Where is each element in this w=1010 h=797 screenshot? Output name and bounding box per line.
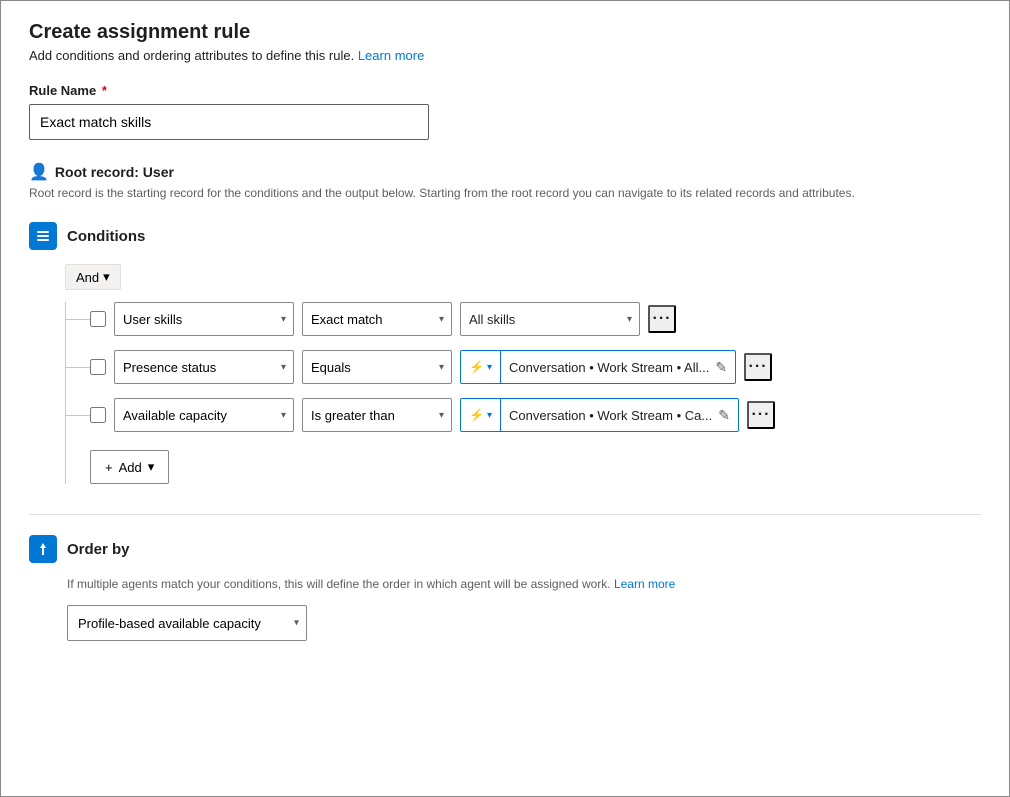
add-chevron-icon: ▾: [148, 459, 155, 475]
conditions-tree: User skills Presence status Available ca…: [65, 302, 981, 484]
field-select-3[interactable]: User skills Presence status Available ca…: [114, 398, 294, 432]
more-button-2[interactable]: ···: [744, 353, 772, 381]
user-icon: 👤: [29, 162, 49, 182]
field-select-wrapper-2: User skills Presence status Available ca…: [114, 350, 294, 384]
lightning-icon-2: ⚡: [469, 360, 484, 374]
operator-select-1[interactable]: Exact match Equals Is greater than: [302, 302, 452, 336]
field-select-wrapper-1: User skills Presence status Available ca…: [114, 302, 294, 336]
page-subtitle: Add conditions and ordering attributes t…: [29, 48, 981, 63]
condition-row: User skills Presence status Available ca…: [90, 350, 981, 384]
lightning-button-2[interactable]: ⚡ ▾: [461, 351, 501, 383]
learn-more-link[interactable]: Learn more: [358, 48, 424, 63]
root-record-section: 👤 Root record: User Root record is the s…: [29, 162, 981, 200]
order-by-learn-more-link[interactable]: Learn more: [614, 577, 675, 591]
conditions-title: Conditions: [67, 228, 145, 245]
lightning-icon-3: ⚡: [469, 408, 484, 422]
condition-row: User skills Presence status Available ca…: [90, 302, 981, 336]
field-select-2[interactable]: User skills Presence status Available ca…: [114, 350, 294, 384]
all-skills-wrapper: All skills ▾: [460, 302, 640, 336]
rule-name-input[interactable]: [29, 104, 429, 140]
operator-select-2[interactable]: Exact match Equals Is greater than: [302, 350, 452, 384]
order-by-icon: [29, 535, 57, 563]
order-by-title: Order by: [67, 541, 130, 558]
page-title: Create assignment rule: [29, 21, 981, 44]
order-by-desc: If multiple agents match your conditions…: [67, 577, 981, 591]
condition-checkbox-2[interactable]: [90, 359, 106, 375]
edit-icon-3[interactable]: ✎: [718, 407, 730, 424]
rule-name-label: Rule Name *: [29, 83, 981, 98]
lightning-button-3[interactable]: ⚡ ▾: [461, 399, 501, 431]
order-by-select[interactable]: Profile-based available capacity Round r…: [67, 605, 307, 641]
dynamic-value-text-3: Conversation • Work Stream • Ca... ✎: [501, 407, 738, 424]
lightning-chevron-2: ▾: [487, 362, 492, 373]
operator-select-wrapper-3: Exact match Equals Is greater than ▾: [302, 398, 452, 432]
condition-row: User skills Presence status Available ca…: [90, 398, 981, 432]
section-divider: [29, 514, 981, 515]
conditions-section: Conditions And ▾ User skills Presence st…: [29, 222, 981, 484]
edit-icon-2[interactable]: ✎: [715, 359, 727, 376]
value-all-skills: All skills: [460, 302, 640, 336]
dynamic-value-text-2: Conversation • Work Stream • All... ✎: [501, 359, 735, 376]
page-header: Create assignment rule Add conditions an…: [29, 21, 981, 63]
add-button[interactable]: + Add ▾: [90, 450, 169, 484]
conditions-header: Conditions: [29, 222, 981, 250]
operator-select-3[interactable]: Exact match Equals Is greater than: [302, 398, 452, 432]
condition-checkbox-3[interactable]: [90, 407, 106, 423]
field-select-1[interactable]: User skills Presence status Available ca…: [114, 302, 294, 336]
operator-select-wrapper-2: Exact match Equals Is greater than ▾: [302, 350, 452, 384]
order-by-section: Order by If multiple agents match your c…: [29, 535, 981, 641]
condition-checkbox-1[interactable]: [90, 311, 106, 327]
add-plus-icon: +: [105, 460, 113, 475]
lightning-chevron-3: ▾: [487, 410, 492, 421]
dynamic-value-2: ⚡ ▾ Conversation • Work Stream • All... …: [460, 350, 736, 384]
and-button[interactable]: And ▾: [65, 264, 121, 290]
conditions-icon: [29, 222, 57, 250]
more-button-3[interactable]: ···: [747, 401, 775, 429]
order-by-select-wrapper: Profile-based available capacity Round r…: [67, 605, 981, 641]
rule-name-field: Rule Name *: [29, 83, 981, 140]
order-by-header: Order by: [29, 535, 981, 563]
root-record-desc: Root record is the starting record for t…: [29, 186, 981, 200]
and-chevron-icon: ▾: [103, 269, 110, 285]
dynamic-value-3: ⚡ ▾ Conversation • Work Stream • Ca... ✎: [460, 398, 739, 432]
more-button-1[interactable]: ···: [648, 305, 676, 333]
root-record-header: 👤 Root record: User: [29, 162, 981, 182]
operator-select-wrapper-1: Exact match Equals Is greater than ▾: [302, 302, 452, 336]
field-select-wrapper-3: User skills Presence status Available ca…: [114, 398, 294, 432]
